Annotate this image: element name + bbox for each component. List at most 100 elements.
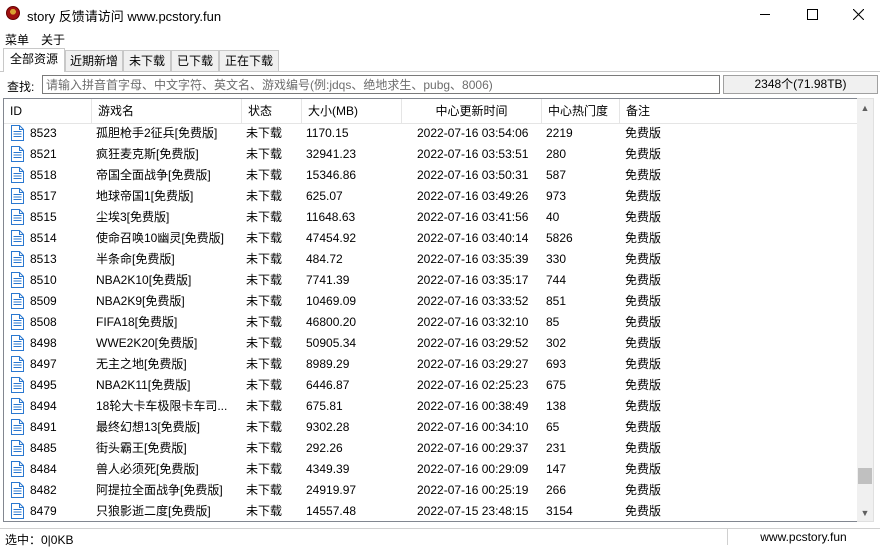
cell-popularity: 675	[546, 378, 567, 392]
close-button[interactable]	[835, 0, 880, 28]
cell-size: 24919.97	[306, 483, 357, 497]
menu-bar	[0, 28, 880, 48]
column-header-updated[interactable]: 中心更新时间	[402, 99, 542, 123]
table-row[interactable]: 8498 WWE2K20[免费版] 未下载 50905.34 2022-07-16 03…	[4, 333, 857, 354]
cell-updated: 2022-07-16 03:53:51	[417, 147, 529, 161]
cell-size: 4349.39	[306, 462, 350, 476]
tab-all[interactable]: 全部资源	[3, 48, 65, 72]
resource-count: 2348个(71.98TB)	[723, 75, 878, 94]
cell-id: 8497	[30, 357, 57, 371]
cell-status: 未下载	[246, 399, 283, 413]
scroll-down-icon[interactable]: ▼	[857, 504, 873, 521]
table-row[interactable]: 8517 地球帝国1[免费版] 未下载 625.07 2022-07-16 03:49:…	[4, 186, 857, 207]
menu-item-menu[interactable]: 菜单	[5, 31, 29, 48]
column-header-id[interactable]: ID	[4, 99, 92, 123]
document-icon	[11, 188, 24, 204]
cell-note: 免费版	[625, 441, 662, 455]
cell-id: 8517	[30, 189, 57, 203]
cell-name: 尘埃3[免费版]	[96, 210, 170, 224]
cell-note: 免费版	[625, 483, 662, 497]
cell-id: 8514	[30, 231, 57, 245]
table-row[interactable]: 8482 阿提拉全面战争[免费版] 未下载 24919.97 2022-07-16 00…	[4, 480, 857, 501]
cell-size: 8989.29	[306, 357, 350, 371]
cell-updated: 2022-07-16 03:41:56	[417, 210, 529, 224]
list-header: ID 游戏名 状态 大小(MB) 中心更新时间 中心热门度 备注	[4, 99, 857, 124]
search-input[interactable]	[43, 76, 719, 93]
table-row[interactable]: 8518 帝国全面战争[免费版] 未下载 15346.86 2022-07-16 03:…	[4, 165, 857, 186]
cell-updated: 2022-07-16 00:25:19	[417, 483, 529, 497]
table-row[interactable]: 8513 半条命[免费版] 未下载 484.72 2022-07-16 03:35:39…	[4, 249, 857, 270]
cell-size: 11648.63	[306, 210, 356, 224]
cell-popularity: 302	[546, 336, 567, 350]
cell-name: 半条命[免费版]	[96, 252, 175, 266]
scroll-up-icon[interactable]: ▲	[857, 99, 873, 116]
table-row[interactable]: 8491 最终幻想13[免费版] 未下载 9302.28 2022-07-16 00:3…	[4, 417, 857, 438]
cell-size: 10469.09	[306, 294, 357, 308]
column-header-popularity[interactable]: 中心热门度	[542, 99, 620, 123]
cell-size: 9302.28	[306, 420, 350, 434]
cell-updated: 2022-07-16 00:29:09	[417, 462, 529, 476]
table-row[interactable]: 8497 无主之地[免费版] 未下载 8989.29 2022-07-16 03:29:…	[4, 354, 857, 375]
column-header-status[interactable]: 状态	[242, 99, 302, 123]
cell-size: 47454.92	[306, 231, 357, 245]
vertical-scrollbar[interactable]: ▲ ▼	[857, 98, 874, 522]
tab-downloading[interactable]: 正在下载	[219, 50, 279, 71]
cell-name: 帝国全面战争[免费版]	[96, 168, 211, 182]
table-row[interactable]: 8509 NBA2K9[免费版] 未下载 10469.09 2022-07-16 03:…	[4, 291, 857, 312]
cell-name: NBA2K11[免费版]	[96, 378, 191, 392]
tab-recent[interactable]: 近期新增	[65, 50, 123, 71]
menu-item-about[interactable]: 关于	[41, 31, 65, 48]
cell-status: 未下载	[246, 483, 283, 497]
table-row[interactable]: 8485 街头霸王[免费版] 未下载 292.26 2022-07-16 00:29:3…	[4, 438, 857, 459]
document-icon	[11, 377, 24, 393]
cell-name: FIFA18[免费版]	[96, 315, 178, 329]
cell-note: 免费版	[625, 294, 662, 308]
tab-not-downloaded[interactable]: 未下载	[123, 50, 171, 71]
cell-name: NBA2K9[免费版]	[96, 294, 185, 308]
cell-id: 8521	[30, 147, 57, 161]
cell-status: 未下载	[246, 252, 283, 266]
table-row[interactable]: 8494 18轮大卡车极限卡车司... 未下载 675.81 2022-07-16 00…	[4, 396, 857, 417]
maximize-button[interactable]	[789, 0, 835, 28]
cell-status: 未下载	[246, 126, 283, 140]
table-row[interactable]: 8510 NBA2K10[免费版] 未下载 7741.39 2022-07-16 03:…	[4, 270, 857, 291]
cell-size: 6446.87	[306, 378, 350, 392]
cell-updated: 2022-07-16 03:50:31	[417, 168, 529, 182]
cell-note: 免费版	[625, 231, 662, 245]
cell-size: 14557.48	[306, 504, 357, 518]
table-row[interactable]: 8484 兽人必须死[免费版] 未下载 4349.39 2022-07-16 00:29…	[4, 459, 857, 480]
table-row[interactable]: 8515 尘埃3[免费版] 未下载 11648.63 2022-07-16 03:41:…	[4, 207, 857, 228]
tab-downloaded[interactable]: 已下载	[171, 50, 219, 71]
cell-note: 免费版	[625, 357, 662, 371]
cell-note: 免费版	[625, 462, 662, 476]
cell-note: 免费版	[625, 378, 662, 392]
scroll-thumb[interactable]	[858, 467, 872, 484]
minimize-button[interactable]	[742, 0, 788, 28]
cell-popularity: 5826	[546, 231, 573, 245]
cell-id: 8508	[30, 315, 57, 329]
cell-status: 未下载	[246, 168, 283, 182]
document-icon	[11, 440, 24, 456]
table-row[interactable]: 8479 只狼影逝二度[免费版] 未下载 14557.48 2022-07-15 23:…	[4, 501, 857, 521]
cell-updated: 2022-07-16 00:38:49	[417, 399, 529, 413]
table-row[interactable]: 8514 使命召唤10幽灵[免费版] 未下载 47454.92 2022-07-16 0…	[4, 228, 857, 249]
column-header-size[interactable]: 大小(MB)	[302, 99, 402, 123]
website-link[interactable]: www.pcstory.fun	[727, 529, 879, 545]
document-icon	[11, 230, 24, 246]
cell-name: 无主之地[免费版]	[96, 357, 187, 371]
cell-status: 未下载	[246, 504, 283, 518]
cell-size: 15346.86	[306, 168, 357, 182]
table-row[interactable]: 8523 孤胆枪手2征兵[免费版] 未下载 1170.15 2022-07-16 03:…	[4, 123, 857, 144]
cell-updated: 2022-07-16 03:49:26	[417, 189, 529, 203]
column-header-note[interactable]: 备注	[620, 99, 857, 123]
cell-id: 8479	[30, 504, 57, 518]
table-row[interactable]: 8508 FIFA18[免费版] 未下载 46800.20 2022-07-16 03:…	[4, 312, 857, 333]
cell-popularity: 851	[546, 294, 567, 308]
table-row[interactable]: 8495 NBA2K11[免费版] 未下载 6446.87 2022-07-16 02:…	[4, 375, 857, 396]
cell-note: 免费版	[625, 210, 662, 224]
cell-updated: 2022-07-16 03:54:06	[417, 126, 529, 140]
document-icon	[11, 125, 24, 141]
column-header-name[interactable]: 游戏名	[92, 99, 242, 123]
cell-size: 32941.23	[306, 147, 357, 161]
table-row[interactable]: 8521 疯狂麦克斯[免费版] 未下载 32941.23 2022-07-16 03:5…	[4, 144, 857, 165]
